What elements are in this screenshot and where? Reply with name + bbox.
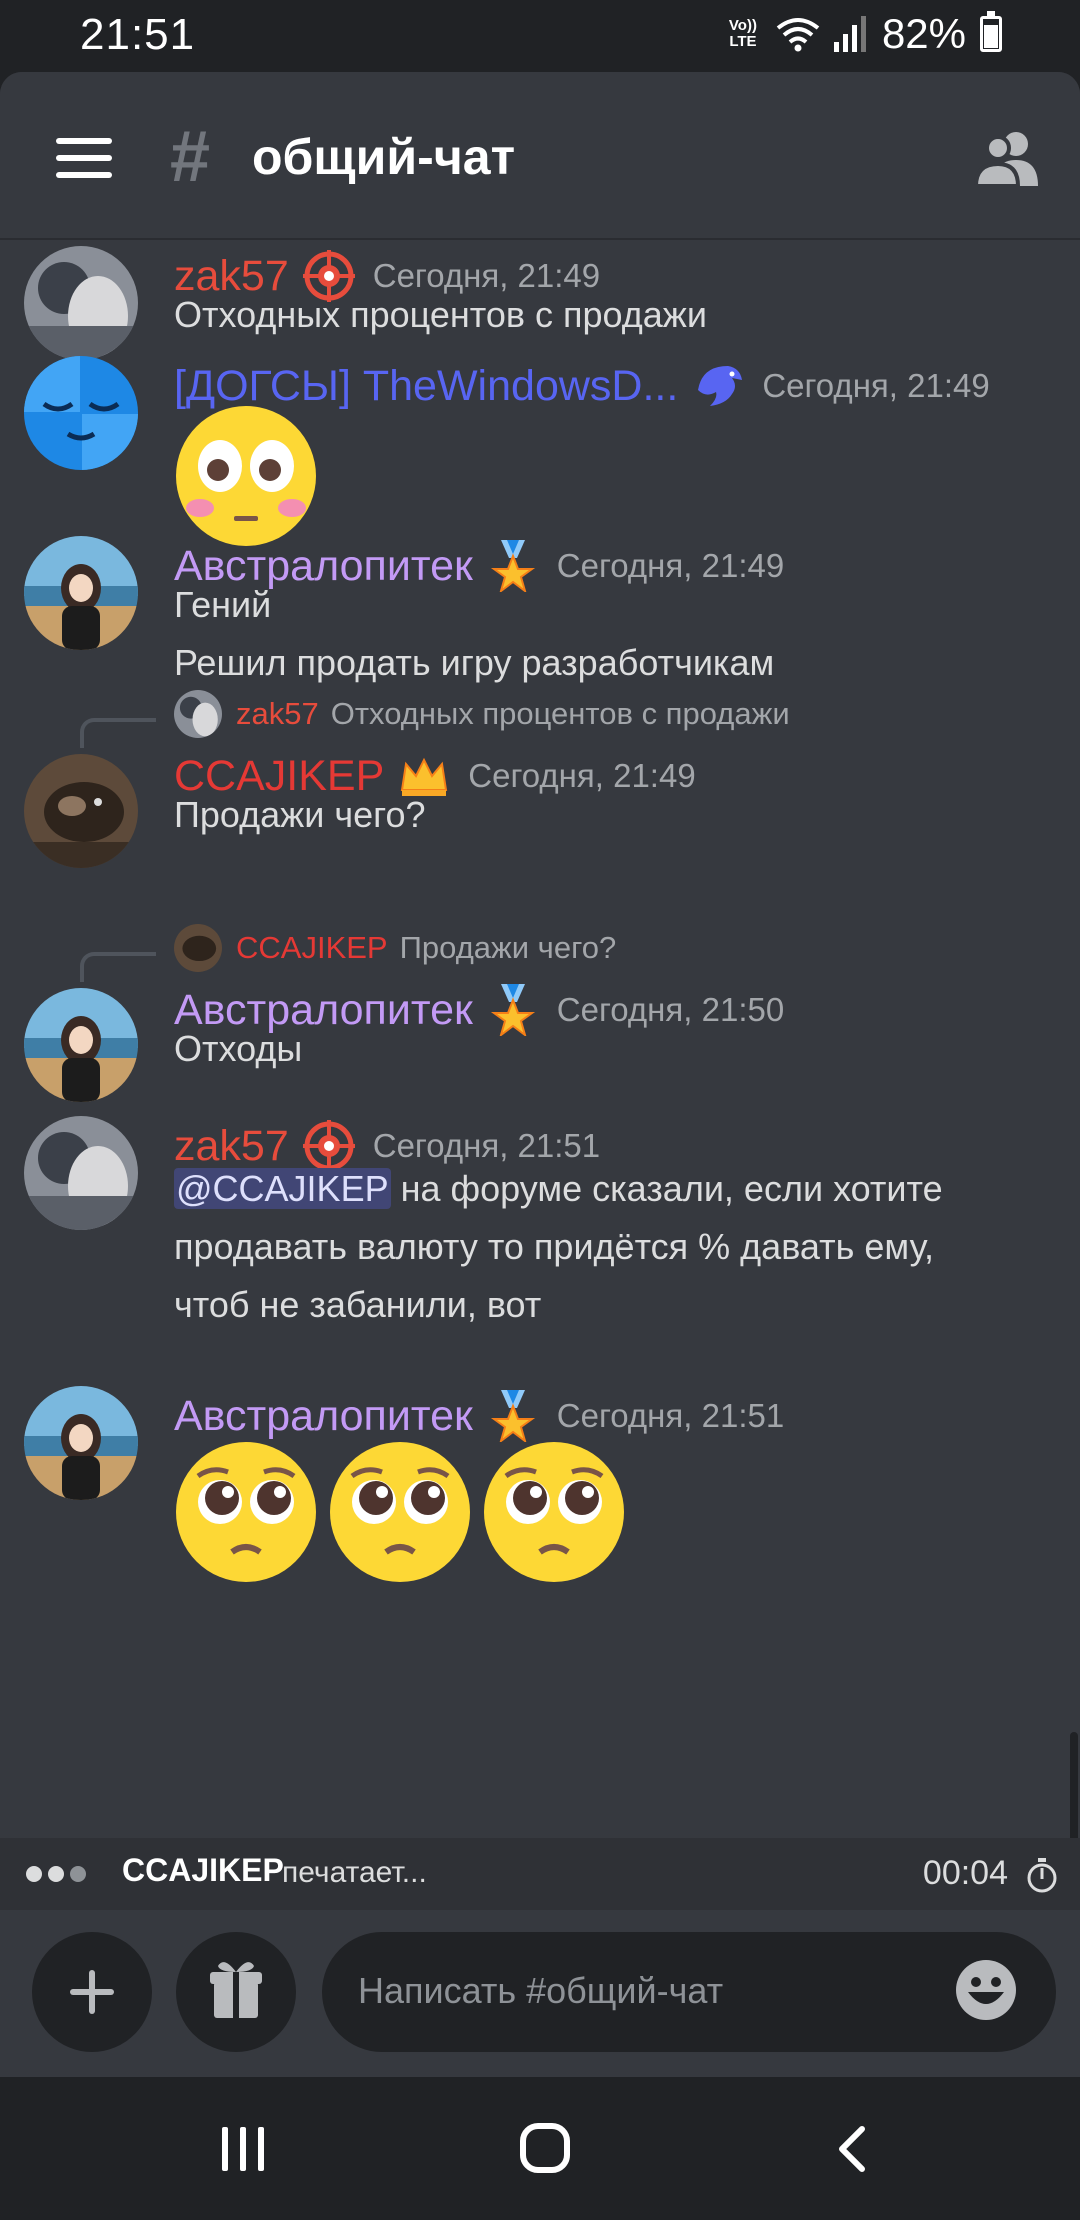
reply-avatar bbox=[174, 690, 222, 738]
emoji-row bbox=[174, 404, 328, 553]
message-line: Отходных процентов с продажи bbox=[174, 294, 707, 335]
back-icon[interactable] bbox=[830, 2125, 878, 2173]
avatar[interactable] bbox=[24, 1116, 138, 1230]
reply-avatar bbox=[174, 924, 222, 972]
message-line: Решил продать игру разработчикам bbox=[174, 642, 775, 683]
flushed-emoji[interactable] bbox=[174, 404, 318, 548]
message-text: Гений Решил продать игру разработчикам bbox=[174, 576, 1034, 692]
reply-preview[interactable]: zak57 Отходных процентов с продажи bbox=[174, 690, 790, 738]
message-line-rest: на форуме сказали, если хотите bbox=[390, 1168, 943, 1209]
gift-button[interactable] bbox=[176, 1932, 296, 2052]
message-input[interactable]: Написать #общий-чат bbox=[322, 1932, 1056, 2052]
message-text: Отходных процентов с продажи bbox=[174, 286, 1034, 344]
android-nav-bar bbox=[0, 2077, 1080, 2220]
typing-label: печатает... bbox=[282, 1856, 427, 1889]
message-composer: Написать #общий-чат bbox=[0, 1910, 1080, 2076]
reply-preview[interactable]: CCAJIKEP Продажи чего? bbox=[174, 924, 616, 972]
message-text: @CCAJIKEP на форуме сказали, если хотите… bbox=[174, 1160, 1034, 1334]
emoji-row bbox=[174, 1440, 636, 1584]
recents-icon[interactable] bbox=[222, 2127, 264, 2171]
battery-percent: 82% bbox=[881, 10, 966, 57]
message-header: Австралопитек Сегодня, 21:51 bbox=[174, 1390, 784, 1442]
message-line: Отходы bbox=[174, 1028, 303, 1069]
pleading-emoji[interactable] bbox=[174, 1440, 318, 1584]
message-line: чтоб не забанили, вот bbox=[174, 1284, 542, 1325]
status-bar: 21:51 Vo)) LTE 82% bbox=[0, 0, 1080, 72]
hash-icon: # bbox=[170, 117, 211, 197]
eagle-icon bbox=[698, 366, 743, 406]
message-text: Продажи чего? bbox=[174, 786, 1034, 844]
avatar[interactable] bbox=[24, 754, 138, 868]
channel-title: общий-чат bbox=[252, 129, 516, 185]
medal-icon bbox=[490, 1390, 535, 1442]
reply-connector bbox=[80, 952, 156, 982]
stopwatch-icon bbox=[1027, 1858, 1057, 1893]
reply-username[interactable]: CCAJIKEP bbox=[236, 930, 388, 966]
message-line: продавать валюту то придётся % давать ем… bbox=[174, 1226, 934, 1267]
menu-icon[interactable] bbox=[56, 138, 112, 178]
typing-indicator: CCAJIKEP печатает... 00:04 bbox=[0, 1838, 1080, 1910]
status-icons: Vo)) LTE 82% bbox=[724, 10, 1002, 58]
status-time: 21:51 bbox=[80, 10, 196, 59]
reply-username[interactable]: zak57 bbox=[236, 696, 319, 732]
signal-icon bbox=[833, 16, 866, 52]
message-text: Отходы bbox=[174, 1020, 1034, 1078]
avatar[interactable] bbox=[24, 246, 138, 360]
slowmode-timer: 00:04 bbox=[922, 1854, 1008, 1892]
channel-header: # общий-чат bbox=[0, 72, 1080, 240]
members-icon[interactable] bbox=[972, 128, 1042, 188]
wifi-icon bbox=[776, 18, 820, 52]
message-line: Продажи чего? bbox=[174, 794, 426, 835]
timestamp: Сегодня, 21:49 bbox=[762, 367, 990, 404]
message-list[interactable]: zak57 Сегодня, 21:49 Отходных процентов … bbox=[0, 242, 1080, 1910]
gift-icon bbox=[210, 1962, 262, 2018]
typing-dots-icon bbox=[26, 1866, 86, 1882]
typing-user: CCAJIKEP bbox=[122, 1852, 284, 1888]
discord-app: # общий-чат zak57 Сегодня, 21:49 Отходны… bbox=[0, 72, 1080, 2077]
user-mention[interactable]: @CCAJIKEP bbox=[174, 1168, 391, 1209]
avatar[interactable] bbox=[24, 536, 138, 650]
avatar[interactable] bbox=[24, 356, 138, 470]
reply-text: Продажи чего? bbox=[399, 930, 617, 965]
battery-icon bbox=[980, 11, 1002, 52]
timestamp: Сегодня, 21:51 bbox=[556, 1397, 785, 1434]
avatar[interactable] bbox=[24, 988, 138, 1102]
pleading-emoji[interactable] bbox=[328, 1440, 472, 1584]
reply-text: Отходных процентов с продажи bbox=[330, 696, 790, 731]
message-line: @CCAJIKEP на форуме сказали, если хотите bbox=[174, 1160, 1034, 1218]
message-line: Гений bbox=[174, 584, 272, 625]
avatar[interactable] bbox=[24, 1386, 138, 1500]
volte-icon: Vo)) LTE bbox=[728, 17, 757, 50]
home-icon[interactable] bbox=[520, 2123, 570, 2173]
username[interactable]: Австралопитек bbox=[174, 1392, 473, 1441]
add-attachment-button[interactable] bbox=[32, 1932, 152, 2052]
pleading-emoji[interactable] bbox=[482, 1440, 626, 1584]
reply-connector bbox=[80, 718, 156, 748]
message-input-placeholder: Написать #общий-чат bbox=[358, 1970, 724, 2011]
emoji-picker-icon[interactable] bbox=[954, 1958, 1018, 2022]
